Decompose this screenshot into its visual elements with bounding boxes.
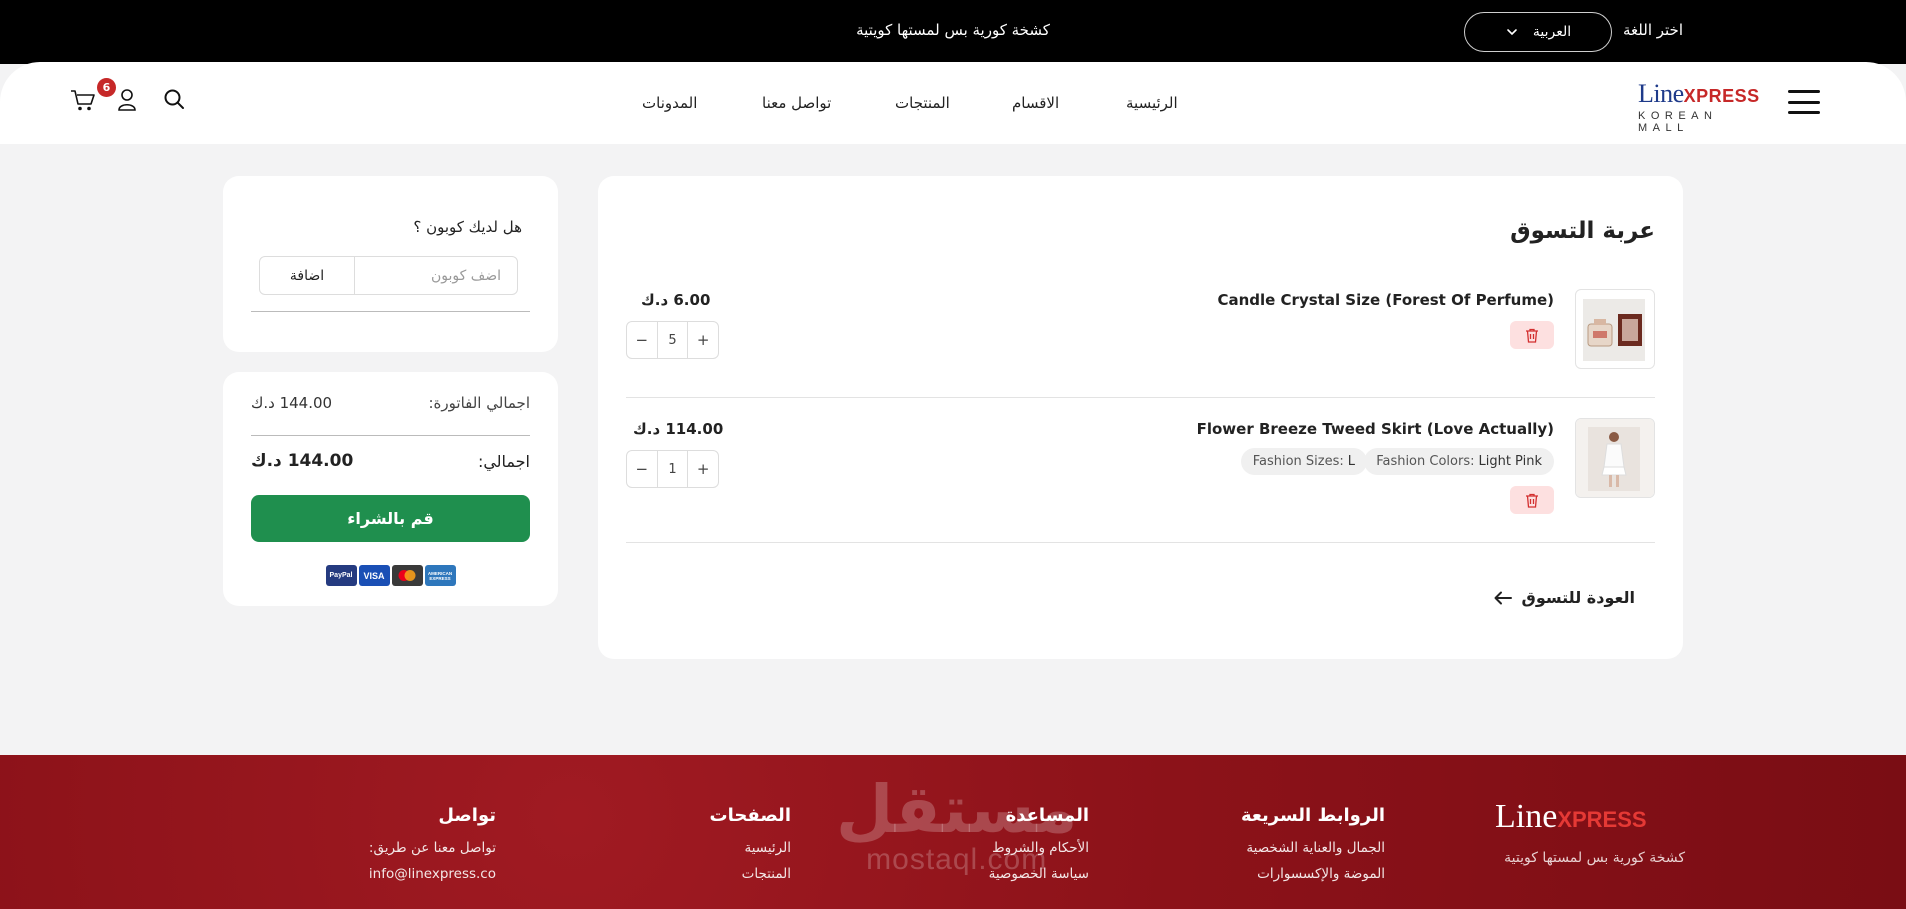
quantity-value[interactable]: 5 [656, 322, 689, 358]
footer-logo[interactable]: LineXPRESS [1495, 800, 1685, 836]
menu-icon[interactable] [1788, 90, 1820, 114]
promo-text: كشخة كورية بس لمستها كويتية [856, 21, 1050, 39]
visa-icon: VISA [358, 565, 390, 586]
trash-icon [1526, 493, 1538, 508]
paypal-icon: PayPal [325, 565, 357, 586]
amex-icon: AMERICAN EXPRESS [424, 565, 456, 586]
coupon-panel: هل لديك كوبون ؟ اضف كوبون اضافة [223, 176, 558, 352]
nav-item-blog[interactable]: المدونات [642, 94, 697, 112]
checkout-button[interactable]: قم بالشراء [251, 495, 530, 542]
cart-item-price: 114.00 د.ك [633, 420, 724, 438]
nav-item-contact[interactable]: تواصل معنا [762, 94, 831, 112]
site-logo[interactable]: LineXPRESS KOREAN MALL [1638, 81, 1774, 135]
option-badge-color: Fashion Colors: Light Pink [1364, 448, 1554, 475]
mastercard-icon [391, 565, 423, 586]
order-summary: اجمالي الفاتورة: 144.00 د.ك اجمالي: 144.… [223, 372, 558, 606]
product-image[interactable] [1575, 289, 1655, 369]
footer-link[interactable]: المنتجات [710, 866, 791, 882]
increase-button[interactable]: + [688, 451, 718, 487]
decrease-button[interactable]: − [627, 322, 657, 358]
arrow-left-icon [1494, 591, 1512, 604]
main-header: LineXPRESS KOREAN MALL الرئيسية الاقسام … [0, 62, 1906, 144]
grand-total-label: اجمالي: [477, 451, 530, 471]
quantity-stepper: − 1 + [626, 450, 719, 488]
decrease-button[interactable]: − [627, 451, 657, 487]
option-badge-size: Fashion Sizes: L [1240, 448, 1367, 475]
invoice-total-value: 144.00 د.ك [251, 394, 333, 412]
divider [251, 435, 530, 436]
footer-link[interactable]: الجمال والعناية الشخصية [1241, 840, 1385, 856]
cart-item: Flower Breeze Tweed Skirt (Love Actually… [626, 418, 1655, 528]
cart-item-name[interactable]: Flower Breeze Tweed Skirt (Love Actually… [1197, 420, 1554, 438]
cart-item-price: 6.00 د.ك [641, 291, 711, 309]
increase-button[interactable]: + [688, 322, 718, 358]
quantity-stepper: − 5 + [626, 321, 719, 359]
payment-methods: PayPal VISA AMERICAN EXPRESS [223, 565, 558, 586]
user-icon[interactable] [117, 88, 137, 112]
grand-total-row: اجمالي: 144.00 د.ك [251, 451, 530, 471]
nav-item-products[interactable]: المنتجات [895, 94, 950, 112]
item-divider [626, 397, 1655, 398]
invoice-total-label: اجمالي الفاتورة: [428, 394, 531, 412]
nav-item-categories[interactable]: الاقسام [1012, 94, 1059, 112]
footer-column-help: المساعدة الأحكام والشروط سياسة الخصوصية [988, 805, 1089, 882]
footer-link[interactable]: سياسة الخصوصية [989, 866, 1089, 882]
language-value: العربية [1532, 24, 1572, 40]
delete-button[interactable] [1510, 321, 1554, 349]
chevron-down-icon [1507, 29, 1517, 36]
coupon-question: هل لديك كوبون ؟ [413, 218, 522, 236]
divider [251, 311, 530, 312]
coupon-input[interactable]: اضف كوبون [354, 256, 518, 295]
footer-tagline: كشخة كورية بس لمستها كويتية [1504, 850, 1685, 866]
footer-link[interactable]: الأحكام والشروط [989, 840, 1089, 856]
search-icon[interactable] [163, 88, 185, 110]
footer-column-contact: تواصل تواصل معنا عن طريق: info@linexpres… [368, 805, 496, 882]
product-image[interactable] [1575, 418, 1655, 498]
cart-item: Candle Crystal Size (Forest Of Perfume) … [626, 289, 1655, 379]
grand-total-value: 144.00 د.ك [251, 451, 354, 471]
invoice-total-row: اجمالي الفاتورة: 144.00 د.ك [251, 394, 530, 412]
item-divider [626, 542, 1655, 543]
quantity-value[interactable]: 1 [656, 451, 689, 487]
footer-contact-text: تواصل معنا عن طريق: [368, 840, 496, 856]
delete-button[interactable] [1510, 486, 1554, 514]
cart-panel: عربة التسوق Candle Crystal Size (Forest … [598, 176, 1683, 659]
site-footer: مستقل mostaql.com LineXPRESS كشخة كورية … [0, 755, 1906, 909]
language-select[interactable]: العربية [1464, 12, 1612, 52]
cart-title: عربة التسوق [1510, 218, 1655, 244]
top-bar: كشخة كورية بس لمستها كويتية اختر اللغة ا… [0, 0, 1906, 64]
apply-coupon-button[interactable]: اضافة [259, 256, 355, 295]
footer-email-link[interactable]: info@linexpress.co [369, 866, 496, 882]
back-to-shop-link[interactable]: العودة للتسوق [1494, 588, 1635, 607]
footer-column-pages: الصفحات الرئيسية المنتجات [709, 805, 792, 882]
cart-count-badge: 6 [97, 78, 116, 97]
nav-item-home[interactable]: الرئيسية [1126, 94, 1178, 112]
language-label: اختر اللغة [1623, 21, 1683, 39]
footer-link[interactable]: الموضة والإكسسوارات [1241, 866, 1385, 882]
footer-link[interactable]: الرئيسية [710, 840, 792, 856]
cart-item-name[interactable]: Candle Crystal Size (Forest Of Perfume) [1217, 291, 1554, 309]
cart-icon[interactable] [70, 88, 96, 112]
footer-column-quick-links: الروابط السريعة الجمال والعناية الشخصية … [1240, 805, 1385, 882]
trash-icon [1526, 328, 1538, 343]
